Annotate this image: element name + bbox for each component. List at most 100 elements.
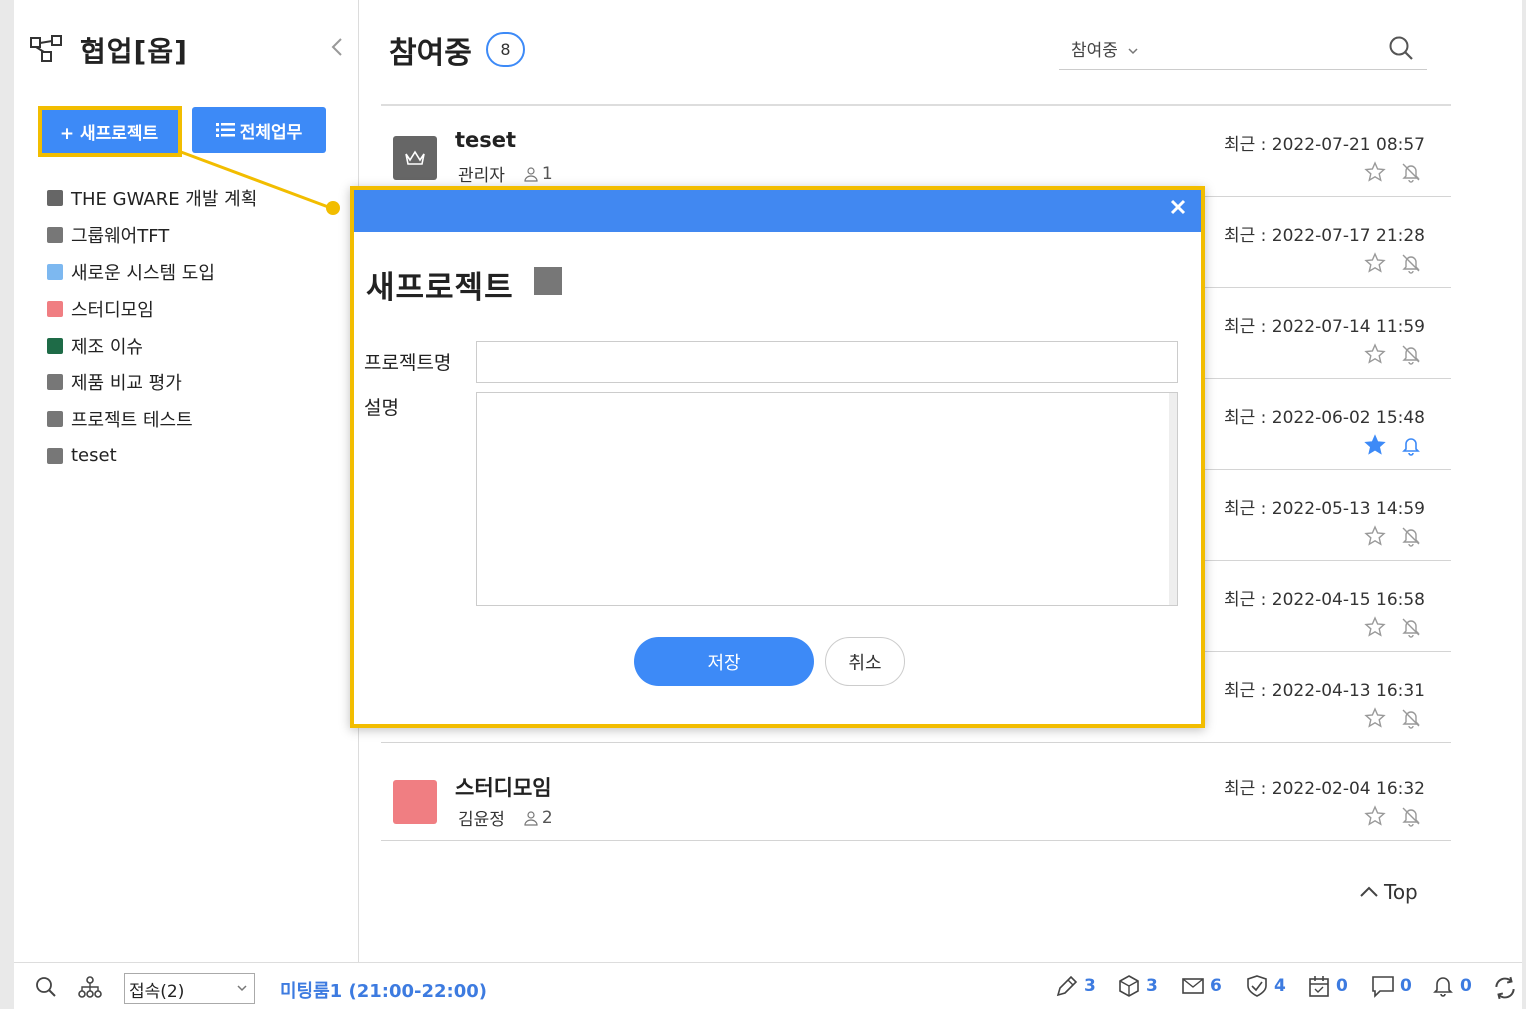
sidebar-project-label: 프로젝트 테스트 [71, 410, 193, 432]
last-updated: 최근 : 2022-02-04 16:32 [1223, 779, 1425, 799]
presence-select[interactable]: 접속(2) [124, 973, 255, 1004]
project-color-swatch [47, 227, 63, 244]
project-owner: 관리자 1 [458, 161, 553, 187]
sidebar-project-item[interactable]: 그룹웨어TFT [47, 217, 257, 254]
list-icon [215, 123, 235, 137]
project-row[interactable]: 스터디모임 김윤정 2 최근 : 2022-02-04 16:32 [381, 750, 1451, 841]
project-color-swatch [47, 411, 63, 428]
project-icon [393, 136, 437, 180]
project-color-picker[interactable] [534, 267, 562, 295]
search-icon[interactable] [1387, 34, 1415, 62]
star-icon[interactable] [1364, 616, 1386, 638]
owner-name: 관리자 [458, 166, 505, 186]
bell-off-icon[interactable] [1400, 707, 1422, 729]
scroll-top-link[interactable]: Top [1359, 880, 1418, 904]
app-window: 협업[옵] + 새프로젝트 전체업무 THE GWARE 개발 계획 그룹웨어TF… [14, 0, 1522, 1009]
member-count: 2 [523, 808, 553, 828]
project-name-input[interactable] [476, 341, 1178, 383]
last-updated: 최근 : 2022-07-17 21:28 [1223, 226, 1425, 246]
star-icon[interactable] [1364, 434, 1386, 456]
status-counter[interactable]: 6 [1180, 973, 1222, 999]
counter-value: 4 [1274, 976, 1286, 996]
star-icon[interactable] [1364, 525, 1386, 547]
last-updated: 최근 : 2022-07-14 11:59 [1223, 317, 1425, 337]
bell-off-icon[interactable] [1400, 161, 1422, 183]
chevron-down-icon [1128, 48, 1138, 55]
bell-icon[interactable] [1400, 434, 1422, 456]
sidebar-project-label: 그룹웨어TFT [71, 226, 170, 248]
top-label: Top [1384, 880, 1418, 904]
status-counter[interactable]: 3 [1116, 973, 1158, 999]
sidebar-project-label: 새로운 시스템 도입 [71, 262, 215, 284]
counter-value: 0 [1460, 976, 1472, 996]
filter-bar: 참여중 [1059, 30, 1427, 70]
status-counter[interactable]: 0 [1306, 973, 1348, 999]
counter-value: 3 [1084, 976, 1096, 996]
bell-off-icon[interactable] [1400, 252, 1422, 274]
save-button[interactable]: 저장 [634, 637, 814, 686]
status-counter[interactable]: 4 [1244, 973, 1286, 999]
status-counter[interactable]: 0 [1370, 973, 1412, 999]
project-icon [393, 780, 437, 824]
organization-icon[interactable] [78, 975, 102, 999]
chevron-down-icon [237, 985, 247, 992]
refresh-icon[interactable] [1492, 975, 1518, 1001]
presence-value: 접속(2) [129, 982, 185, 1002]
filter-value: 참여중 [1071, 41, 1118, 61]
sidebar-project-item[interactable]: 제품 비교 평가 [47, 364, 257, 401]
sidebar-project-item[interactable]: 스터디모임 [47, 290, 257, 327]
sidebar-project-label: 스터디모임 [71, 299, 154, 321]
description-label: 설명 [364, 397, 399, 419]
dialog-title: 새프로젝트 [366, 270, 514, 306]
project-color-swatch [47, 337, 63, 354]
sidebar-project-item[interactable]: 새로운 시스템 도입 [47, 254, 257, 291]
dialog-header [354, 190, 1201, 232]
bell-off-icon[interactable] [1400, 525, 1422, 547]
project-color-swatch [47, 190, 63, 207]
meeting-room-link[interactable]: 미팅룸1 (21:00-22:00) [280, 977, 487, 1003]
sidebar-title: 협업[옵] [80, 35, 188, 68]
star-icon[interactable] [1364, 343, 1386, 365]
cancel-button[interactable]: 취소 [825, 637, 905, 686]
last-updated: 최근 : 2022-06-02 15:48 [1223, 408, 1425, 428]
close-icon[interactable] [1169, 198, 1187, 216]
sidebar-project-label: 제품 비교 평가 [71, 373, 182, 395]
project-name-label: 프로젝트명 [364, 352, 452, 374]
bell-off-icon[interactable] [1400, 343, 1422, 365]
new-project-dialog: 새프로젝트 프로젝트명 설명 저장 취소 [350, 186, 1205, 728]
project-color-swatch [47, 263, 63, 280]
calendar-check-icon [1309, 976, 1329, 997]
textarea-scrollbar[interactable] [1169, 393, 1177, 605]
bell-icon [1433, 977, 1453, 997]
mail-icon [1182, 978, 1204, 994]
member-count-value: 2 [541, 807, 553, 828]
star-icon[interactable] [1364, 252, 1386, 274]
last-updated: 최근 : 2022-05-13 14:59 [1223, 499, 1425, 519]
all-tasks-button[interactable]: 전체업무 [192, 107, 326, 153]
description-textarea[interactable] [476, 392, 1178, 606]
star-icon[interactable] [1364, 707, 1386, 729]
project-row[interactable]: teset 관리자 1 최근 : 2022-07-21 08:57 [381, 106, 1451, 197]
count-badge: 8 [486, 32, 525, 67]
bell-off-icon[interactable] [1400, 805, 1422, 827]
star-icon[interactable] [1364, 805, 1386, 827]
status-counter[interactable]: 3 [1054, 973, 1096, 999]
page-title: 참여중 [389, 36, 472, 71]
project-name[interactable]: teset [455, 128, 516, 152]
cube-icon [1119, 975, 1139, 997]
bell-off-icon[interactable] [1400, 616, 1422, 638]
status-counter[interactable]: 0 [1430, 973, 1472, 999]
sidebar-project-item[interactable]: 프로젝트 테스트 [47, 401, 257, 438]
star-icon[interactable] [1364, 161, 1386, 183]
collapse-sidebar-icon[interactable] [330, 36, 344, 58]
sidebar-project-item[interactable]: 제조 이슈 [47, 327, 257, 364]
all-tasks-label: 전체업무 [239, 122, 303, 143]
chat-icon [1372, 976, 1394, 998]
org-chart-icon [30, 35, 62, 62]
search-icon[interactable] [34, 975, 58, 999]
project-list: THE GWARE 개발 계획 그룹웨어TFT 새로운 시스템 도입 스터디모임 제조 … [47, 180, 257, 474]
project-name[interactable]: 스터디모임 [455, 772, 552, 802]
last-updated: 최근 : 2022-04-13 16:31 [1223, 681, 1425, 701]
sidebar-project-item[interactable]: teset [47, 438, 257, 475]
filter-select[interactable]: 참여중 [1071, 36, 1139, 61]
